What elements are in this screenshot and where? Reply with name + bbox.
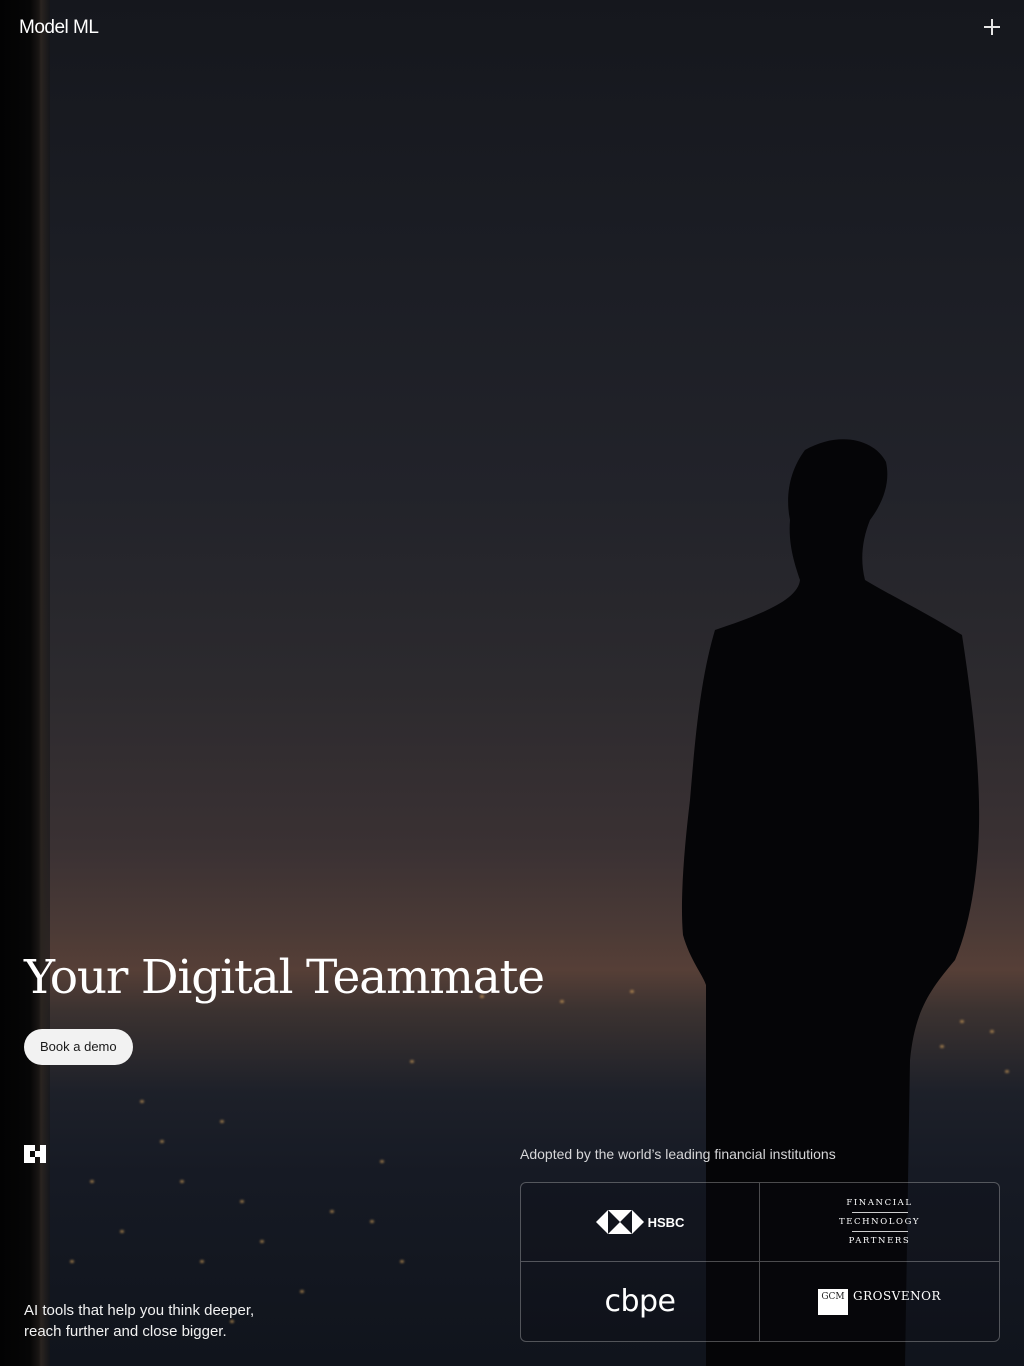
ftp-line-2: TECHNOLOGY	[838, 1217, 921, 1227]
hsbc-wordmark: HSBC	[647, 1214, 685, 1230]
hero-headline: Your Digital Teammate	[24, 950, 545, 1005]
logo-financial-technology-partners: FINANCIAL TECHNOLOGY PARTNERS	[760, 1183, 999, 1262]
page: Model ML Your Digital Teammate Book a de…	[0, 0, 1024, 1366]
tagline-line-1: AI tools that help you think deeper,	[24, 1302, 255, 1319]
gcm-box: GCM	[818, 1288, 848, 1315]
logo-cbpe: cbpe	[521, 1262, 760, 1341]
tagline-line-2: reach further and close bigger.	[24, 1323, 227, 1340]
brand-logo[interactable]: Model ML	[19, 17, 99, 39]
hero-tagline: AI tools that help you think deeper, rea…	[24, 1300, 254, 1342]
book-demo-button[interactable]: Book a demo	[24, 1029, 133, 1065]
ftp-line-3: PARTNERS	[848, 1236, 911, 1246]
logo-hsbc: HSBC	[521, 1183, 760, 1262]
grosvenor-wordmark: GROSVENOR	[853, 1288, 941, 1303]
person-silhouette	[681, 439, 980, 1366]
menu-plus-icon[interactable]	[984, 19, 1000, 35]
client-logo-grid: HSBC FINANCIAL TECHNOLOGY PARTNERS cbpe …	[520, 1182, 1000, 1342]
cbpe-wordmark: cbpe	[604, 1284, 676, 1319]
ftp-line-1: FINANCIAL	[846, 1198, 913, 1208]
hsbc-hexagon-icon	[595, 1210, 644, 1234]
adopted-by-heading: Adopted by the world’s leading financial…	[520, 1146, 836, 1162]
logo-gcm-grosvenor: GCM GROSVENOR	[760, 1262, 999, 1341]
model-ml-mark-icon	[24, 1145, 46, 1163]
